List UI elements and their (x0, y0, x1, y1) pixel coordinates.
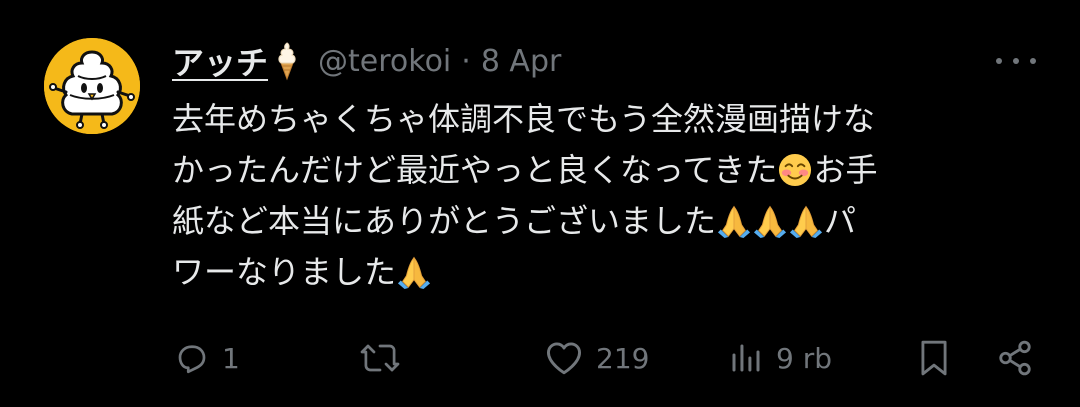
tweet-text-line: かったんだけど最近やっと良くなってきた (172, 151, 778, 189)
separator-dot: · (461, 43, 471, 79)
like-count: 219 (596, 341, 650, 375)
folded-hands-icon (397, 255, 431, 289)
tweet-text-line: お手 (813, 151, 878, 189)
author-handle[interactable]: @terokoi (318, 44, 451, 79)
tweet-action-bar: 1 219 9 rb (0, 336, 1080, 380)
like-button[interactable]: 219 (544, 336, 649, 380)
tweet-text: 去年めちゃくちゃ体調不良でもう全然漫画描けな かったんだけど最近やっと良くなって… (172, 94, 1042, 298)
smiling-face-icon (778, 153, 812, 187)
view-count: 9 rb (776, 341, 832, 375)
tweet-text-line: ワーなりました (172, 253, 397, 291)
tweet-text-line: 紙など本当にありがとうございました (172, 202, 717, 240)
share-button[interactable] (996, 336, 1034, 380)
bookmark-icon (921, 340, 947, 376)
bookmark-button[interactable] (918, 336, 950, 380)
views-chart-icon (732, 344, 760, 372)
soft-ice-cream-icon (272, 41, 302, 81)
reply-button[interactable]: 1 (174, 336, 240, 380)
folded-hands-icon (753, 204, 787, 238)
tweet-text-line: パ (824, 202, 857, 240)
more-dot-icon (1013, 58, 1019, 64)
share-icon (999, 340, 1031, 376)
folded-hands-icon (789, 204, 823, 238)
retweet-button[interactable] (358, 336, 414, 380)
avatar-character-icon (44, 38, 140, 134)
more-dot-icon (996, 58, 1002, 64)
tweet-date[interactable]: 8 Apr (481, 44, 562, 79)
more-dot-icon (1030, 58, 1036, 64)
retweet-icon (360, 344, 400, 372)
folded-hands-icon (717, 204, 751, 238)
heart-icon (546, 342, 582, 375)
more-options-button[interactable] (996, 48, 1036, 74)
avatar[interactable] (44, 38, 140, 134)
views-button[interactable]: 9 rb (728, 336, 832, 380)
tweet-header: アッチ @terokoi · 8 Apr (172, 38, 561, 84)
tweet-text-line: 去年めちゃくちゃ体調不良でもう全然漫画描けな (172, 100, 876, 138)
reply-count: 1 (222, 341, 240, 375)
reply-icon (178, 345, 206, 374)
author-name[interactable]: アッチ (172, 38, 268, 84)
